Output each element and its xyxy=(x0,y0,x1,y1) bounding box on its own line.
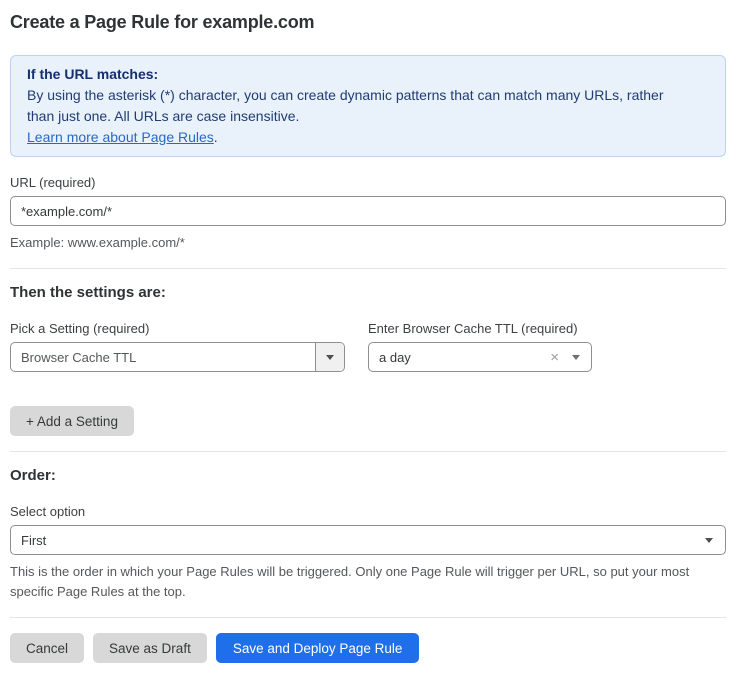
order-section-heading: Order: xyxy=(10,467,726,484)
url-input[interactable] xyxy=(10,196,726,226)
info-box-body: By using the asterisk (*) character, you… xyxy=(27,85,685,127)
order-field-group: Select option First This is the order in… xyxy=(10,504,726,602)
setting-picker-label: Pick a Setting (required) xyxy=(10,321,345,336)
section-divider xyxy=(10,617,726,618)
ttl-picker-icons: × xyxy=(550,350,591,365)
order-select-label: Select option xyxy=(10,504,726,519)
learn-more-page-rules-link[interactable]: Learn more about Page Rules xyxy=(27,129,214,145)
setting-picker-value: Browser Cache TTL xyxy=(11,350,315,365)
url-label: URL (required) xyxy=(10,175,726,190)
url-helper-text: Example: www.example.com/* xyxy=(10,233,726,253)
chevron-down-icon xyxy=(705,538,713,543)
order-helper-text: This is the order in which your Page Rul… xyxy=(10,562,726,602)
page-title: Create a Page Rule for example.com xyxy=(10,12,726,33)
section-divider xyxy=(10,451,726,452)
settings-fields-row: Pick a Setting (required) Browser Cache … xyxy=(10,321,726,372)
add-setting-button[interactable]: + Add a Setting xyxy=(10,406,134,436)
settings-section-heading: Then the settings are: xyxy=(10,284,726,301)
info-box-heading: If the URL matches: xyxy=(27,64,709,85)
create-page-rule-form: Create a Page Rule for example.com If th… xyxy=(0,0,736,676)
clear-icon[interactable]: × xyxy=(550,350,559,365)
url-matches-info-box: If the URL matches: By using the asteris… xyxy=(10,55,726,157)
setting-picker-select[interactable]: Browser Cache TTL xyxy=(10,342,345,372)
chevron-down-icon xyxy=(326,355,334,360)
info-box-link-line: Learn more about Page Rules. xyxy=(27,127,709,148)
url-field-group: URL (required) Example: www.example.com/… xyxy=(10,175,726,253)
section-divider xyxy=(10,268,726,269)
chevron-down-icon xyxy=(572,355,580,360)
ttl-picker-select[interactable]: a day × xyxy=(368,342,592,372)
dropdown-arrow-segment[interactable] xyxy=(315,343,344,371)
ttl-picker-group: Enter Browser Cache TTL (required) a day… xyxy=(368,321,592,372)
save-and-deploy-button[interactable]: Save and Deploy Page Rule xyxy=(216,633,420,663)
setting-picker-group: Pick a Setting (required) Browser Cache … xyxy=(10,321,345,372)
save-as-draft-button[interactable]: Save as Draft xyxy=(93,633,207,663)
link-suffix: . xyxy=(214,129,218,145)
order-select[interactable]: First xyxy=(10,525,726,555)
order-select-value: First xyxy=(11,533,705,548)
cancel-button[interactable]: Cancel xyxy=(10,633,84,663)
form-actions: Cancel Save as Draft Save and Deploy Pag… xyxy=(10,633,726,663)
ttl-picker-label: Enter Browser Cache TTL (required) xyxy=(368,321,592,336)
ttl-picker-value: a day xyxy=(369,350,550,365)
